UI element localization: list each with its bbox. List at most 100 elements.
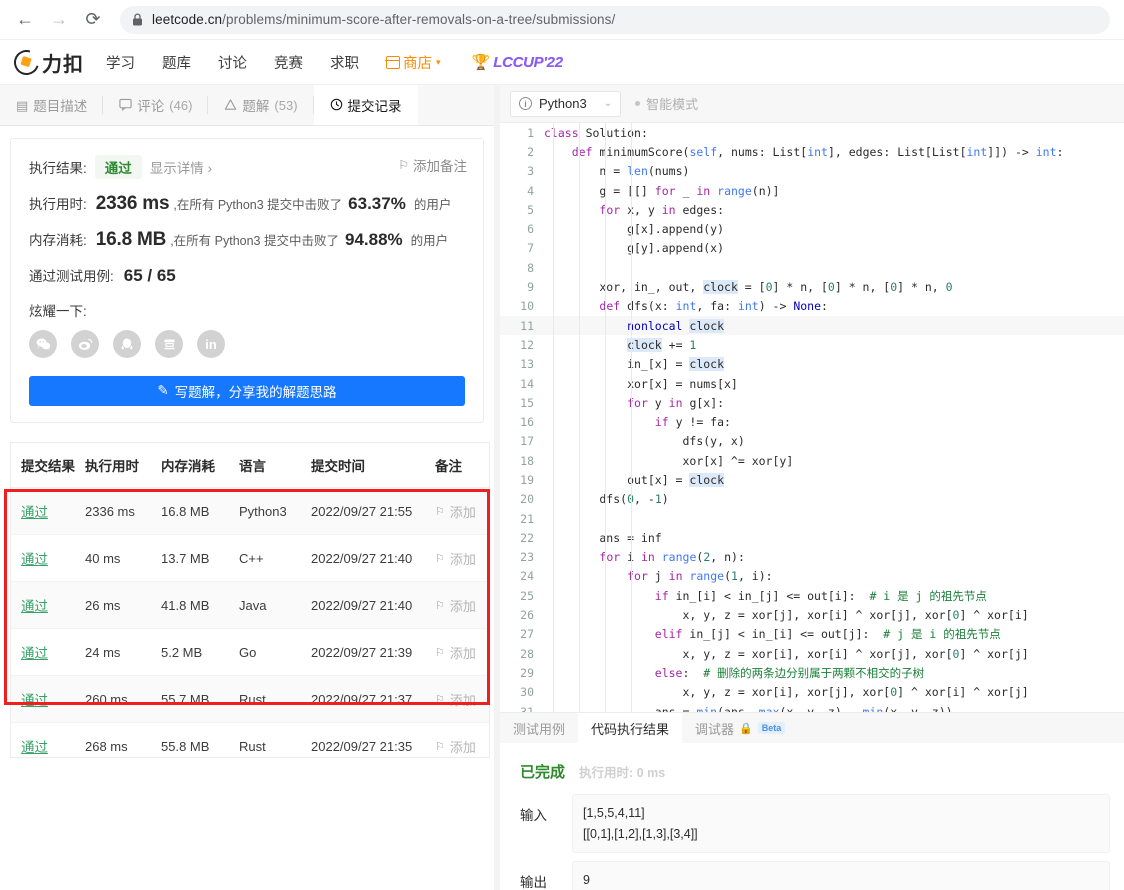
line-number: 3 — [527, 164, 534, 179]
code-line: 22 ans = inf — [500, 528, 1124, 547]
row-status[interactable]: 通过 — [21, 646, 48, 661]
row-status[interactable]: 通过 — [21, 552, 48, 567]
tab-code-result[interactable]: 代码执行结果 — [578, 713, 683, 743]
result-label: 执行结果: — [29, 161, 87, 176]
flag-icon: ⚐ — [435, 599, 445, 612]
row-runtime: 260 ms — [85, 675, 161, 723]
submissions-table-container: 提交结果 执行用时 内存消耗 语言 提交时间 备注 通过 2336 ms 16.… — [10, 442, 490, 758]
table-row[interactable]: 通过 24 ms 5.2 MB Go 2022/09/27 21:39 ⚐ 添加 — [11, 628, 489, 676]
table-row[interactable]: 通过 26 ms 41.8 MB Java 2022/09/27 21:40 ⚐… — [11, 581, 489, 629]
row-note-button[interactable]: ⚐ 添加 — [435, 737, 489, 756]
reload-button[interactable]: ⟳ — [78, 5, 108, 35]
line-number: 23 — [520, 550, 534, 565]
row-time: 2022/09/27 21:39 — [311, 628, 435, 676]
nav-item-discuss[interactable]: 讨论 — [218, 52, 247, 73]
memory-row: 内存消耗: 16.8 MB ,在所有 Python3 提交中击败了 94.88%… — [29, 229, 465, 251]
lock-icon: 🔒 — [739, 722, 753, 735]
nav-item-contest[interactable]: 竞赛 — [274, 52, 303, 73]
line-number: 16 — [520, 415, 534, 430]
table-row[interactable]: 通过 40 ms 13.7 MB C++ 2022/09/27 21:40 ⚐ 添… — [11, 534, 489, 582]
code-editor[interactable]: 1 class Solution: 2 def minimumScore(self… — [500, 123, 1124, 712]
code-line: 29 else: # 删除的两条边分别属于两颗不相交的子树 — [500, 663, 1124, 682]
forward-button[interactable]: → — [44, 5, 74, 35]
row-memory: 16.8 MB — [161, 487, 239, 535]
language-select[interactable]: i Python3 ⌄ — [510, 90, 622, 117]
wechat-share-icon[interactable] — [29, 330, 57, 358]
col-runtime[interactable]: 执行用时 — [85, 443, 161, 488]
tab-submissions[interactable]: 提交记录 — [313, 85, 418, 125]
line-number: 5 — [527, 202, 534, 217]
row-note-button[interactable]: ⚐ 添加 — [435, 596, 489, 615]
back-button[interactable]: ← — [10, 5, 40, 35]
nav-item-shop[interactable]: 商店 ▾ — [385, 52, 441, 73]
code-line: 4 g = [[] for _ in range(n)] — [500, 181, 1124, 200]
row-memory: 13.7 MB — [161, 534, 239, 582]
code-line: 7 g[y].append(x) — [500, 239, 1124, 258]
col-memory[interactable]: 内存消耗 — [161, 443, 239, 488]
output-label: 输出 — [520, 875, 547, 890]
qq-share-icon[interactable] — [113, 330, 141, 358]
row-status[interactable]: 通过 — [21, 693, 48, 708]
code-line: 28 x, y, z = xor[i], xor[i] ^ xor[j], xo… — [500, 644, 1124, 663]
memory-value: 16.8 MB — [95, 229, 167, 250]
tab-submissions-label: 提交记录 — [347, 99, 402, 114]
tab-solutions[interactable]: 题解 (53) — [208, 85, 314, 125]
row-note-label: 添加 — [449, 551, 476, 567]
add-note-button[interactable]: ⚐ 添加备注 — [398, 155, 467, 175]
line-number: 13 — [520, 357, 534, 372]
row-note-label: 添加 — [449, 692, 476, 708]
table-row[interactable]: 通过 260 ms 55.7 MB Rust 2022/09/27 21:37 … — [11, 675, 489, 723]
write-solution-button[interactable]: ✎ 写题解，分享我的解题思路 — [29, 376, 465, 406]
submissions-table: 提交结果 执行用时 内存消耗 语言 提交时间 备注 通过 2336 ms 16.… — [11, 443, 489, 757]
code-line: 12 clock += 1 — [500, 335, 1124, 354]
col-status[interactable]: 提交结果 — [11, 443, 85, 488]
row-note-button[interactable]: ⚐ 添加 — [435, 502, 489, 521]
row-status[interactable]: 通过 — [21, 740, 48, 755]
row-language: Python3 — [239, 487, 311, 535]
code-line: 24 for j in range(1, i): — [500, 567, 1124, 586]
code-line: 23 for i in range(2, n): — [500, 548, 1124, 567]
tab-debugger[interactable]: 调试器 🔒 Beta — [682, 713, 798, 743]
leetcode-logo[interactable]: 力扣 — [9, 45, 84, 79]
weibo-share-icon[interactable] — [71, 330, 99, 358]
nav-item-problems[interactable]: 题库 — [162, 52, 191, 73]
row-time: 2022/09/27 21:55 — [311, 487, 435, 535]
douban-share-icon[interactable] — [155, 330, 183, 358]
address-bar[interactable]: leetcode.cn/problems/minimum-score-after… — [120, 5, 1110, 34]
code-line: 20 dfs(0, -1) — [500, 490, 1124, 509]
shop-icon — [385, 55, 400, 69]
row-status[interactable]: 通过 — [21, 505, 48, 520]
tab-comments-label: 评论 — [137, 99, 165, 114]
nav-item-jobs[interactable]: 求职 — [330, 52, 359, 73]
table-row[interactable]: 通过 268 ms 55.8 MB Rust 2022/09/27 21:35 … — [11, 722, 489, 757]
row-note-label: 添加 — [449, 645, 476, 661]
show-detail-link[interactable]: 显示详情 › — [150, 157, 212, 177]
col-time[interactable]: 提交时间 — [311, 443, 435, 488]
col-note[interactable]: 备注 — [435, 443, 489, 488]
testcases-row: 通过测试用例: 65 / 65 — [29, 265, 465, 286]
row-runtime: 268 ms — [85, 722, 161, 757]
tab-testcase[interactable]: 测试用例 — [500, 713, 578, 743]
col-language[interactable]: 语言 — [239, 443, 311, 488]
nav-item-study[interactable]: 学习 — [106, 52, 135, 73]
row-note-button[interactable]: ⚐ 添加 — [435, 690, 489, 709]
lccup-banner[interactable]: 🏆 LCCUP'22 — [471, 53, 564, 72]
row-note-button[interactable]: ⚐ 添加 — [435, 549, 489, 568]
linkedin-share-icon[interactable]: in — [197, 330, 225, 358]
row-note-button[interactable]: ⚐ 添加 — [435, 643, 489, 662]
flag-icon: ⚐ — [435, 693, 445, 706]
code-line: 2 def minimumScore(self, nums: List[int]… — [500, 142, 1124, 161]
tab-comments[interactable]: 评论 (46) — [103, 85, 209, 125]
line-number: 14 — [520, 376, 534, 391]
tab-description[interactable]: ▤ 题目描述 — [0, 85, 104, 125]
row-language: Go — [239, 628, 311, 676]
row-status[interactable]: 通过 — [21, 599, 48, 614]
table-row[interactable]: 通过 2336 ms 16.8 MB Python3 2022/09/27 21… — [11, 487, 489, 535]
line-number: 18 — [520, 453, 534, 468]
smart-mode-toggle[interactable]: 智能模式 — [635, 94, 698, 113]
trophy-icon: 🏆 — [471, 54, 491, 71]
description-icon: ▤ — [16, 97, 29, 113]
code-line: 21 — [500, 509, 1124, 528]
row-language: Rust — [239, 722, 311, 757]
memory-label: 内存消耗: — [29, 233, 87, 248]
